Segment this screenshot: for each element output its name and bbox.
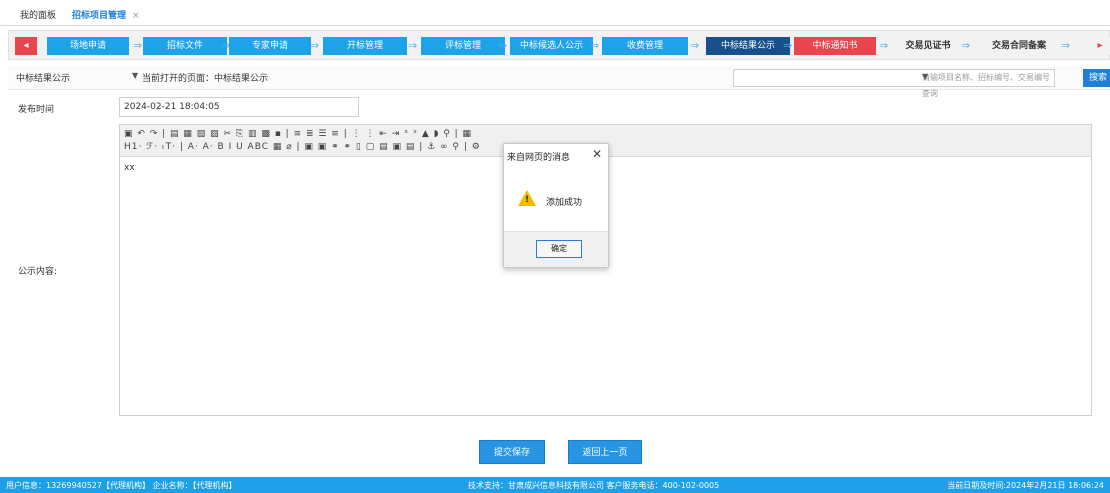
step-venue-application[interactable]: 场地申请 (47, 37, 129, 55)
step-bid-opening[interactable]: 开标管理 (323, 37, 407, 55)
ok-button[interactable]: 确定 (536, 240, 582, 258)
publish-time-label: 发布时间 (18, 105, 55, 115)
step-award-notice[interactable]: 中标通知书 (794, 37, 876, 55)
search-input[interactable]: 请输项目名称、招标编号、交易编号查询 (733, 69, 1055, 98)
tab-label: 招标项目管理 (72, 11, 127, 21)
dialog-title: 来自网页的消息 (507, 153, 571, 163)
step-transaction-certificate[interactable]: 交易见证书 (893, 37, 963, 55)
search-button[interactable]: 搜索 (1083, 69, 1110, 87)
current-page-text: 当前打开的页面：中标结果公示 (142, 74, 269, 84)
page-select[interactable]: 中标结果公示 (16, 71, 70, 84)
tab-bar: 我的面板 招标项目管理 × (0, 0, 1110, 26)
step-arrow-icon: ⇒ (1061, 39, 1071, 52)
step-expert-application[interactable]: 专家申请 (229, 37, 311, 55)
step-candidate-publicity[interactable]: 中标候选人公示 (510, 37, 593, 55)
dialog-message: 添加成功 (546, 198, 583, 208)
step-arrow-icon: ⇒ (690, 39, 700, 52)
scroll-right-icon[interactable]: ▸ (1089, 37, 1110, 55)
step-arrow-icon: ⇒ (408, 39, 418, 52)
step-arrow-icon: ⇒ (961, 39, 971, 52)
user-info: 用户信息：13269940527【代理机构】 企业名称：【代理机构】 (6, 481, 237, 490)
warning-icon-mark: ! (525, 195, 530, 205)
step-tender-documents[interactable]: 招标文件 (143, 37, 227, 55)
dialog-footer: 确定 (504, 231, 608, 267)
step-result-publicity[interactable]: 中标结果公示 (706, 37, 790, 55)
editor-toolbar-row-2[interactable]: H1· ℱ· ₜT· | A· A· B I U ABC ▦ ⌀ | ▣ ▣ ⚭… (124, 142, 481, 154)
filter-row: 中标结果公示 ▼ 当前打开的页面：中标结果公示 请输项目名称、招标编号、交易编号… (8, 66, 1110, 98)
content-label: 公示内容: (18, 267, 58, 277)
step-bid-evaluation[interactable]: 评标管理 (421, 37, 505, 55)
search-type-chevron-down-icon[interactable]: ▼ (922, 72, 928, 81)
message-dialog: 来自网页的消息 ✕ ! 添加成功 确定 (503, 143, 609, 268)
step-arrow-icon: ⇒ (590, 39, 600, 52)
tab-home[interactable]: 我的面板 (20, 8, 56, 21)
step-arrow-icon: ⇒ (310, 39, 320, 52)
tab-project-management[interactable]: 招标项目管理 × (72, 8, 140, 21)
workflow-step-bar: ◂ 场地申请 ⇒ 招标文件 ⇒ 专家申请 ⇒ 开标管理 ⇒ 评标管理 ⇒ 中标候… (8, 30, 1110, 60)
editor-toolbar-row-1[interactable]: ▣ ↶ ↷ | ▤ ▦ ▧ ▨ ✂ ⎘ ▥ ▩ ▪ | ≡ ≣ ☰ ≡ | ⋮ … (124, 129, 472, 141)
step-arrow-icon: ⇒ (133, 39, 143, 52)
step-fee-management[interactable]: 收费管理 (602, 37, 688, 55)
step-arrow-icon: ⇒ (783, 39, 793, 52)
publish-time-input[interactable]: 2024-02-21 18:04:05 (119, 97, 359, 117)
scroll-left-icon[interactable]: ◂ (15, 37, 37, 55)
close-icon[interactable]: ✕ (592, 147, 602, 161)
support-info: 技术支持：甘肃成兴信息科技有限公司 客户服务电话：400-102-0005 (468, 481, 720, 490)
editor-content[interactable]: xx (124, 163, 135, 173)
status-footer: 用户信息：13269940527【代理机构】 企业名称：【代理机构】 技术支持：… (0, 477, 1110, 493)
chevron-down-icon[interactable]: ▼ (132, 71, 138, 80)
step-arrow-icon: ⇒ (879, 39, 889, 52)
step-contract-filing[interactable]: 交易合同备案 (979, 37, 1059, 55)
submit-save-button[interactable]: 提交保存 (479, 440, 545, 464)
step-arrow-icon: ⇒ (498, 39, 508, 52)
back-button[interactable]: 返回上一页 (568, 440, 642, 464)
tab-close-icon[interactable]: × (132, 11, 140, 21)
current-datetime: 当前日期及时间:2024年2月21日 18:06:24 (947, 481, 1104, 490)
